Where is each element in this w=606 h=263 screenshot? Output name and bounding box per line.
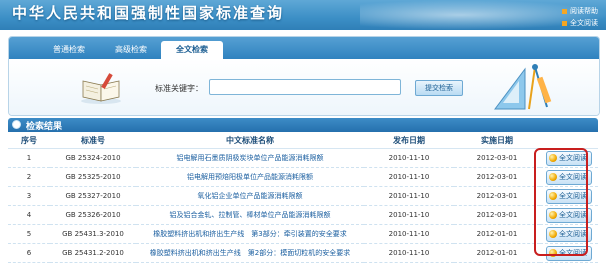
table-row: 2 GB 25325-2010 铝电解用预焙阳极单位产品能源消耗限额 2010-… [8,167,598,187]
fulltext-icon [562,20,567,26]
standard-name-link[interactable]: 氧化铝企业单位产品能源消耗限额 [136,186,364,206]
page-title: 中华人民共和国强制性国家标准查询 [12,4,285,22]
fulltext-read-label: 全文阅读 [559,229,587,238]
globe-icon [549,173,557,181]
col-header-impl-date: 实施日期 [454,133,540,149]
cell-no: 3 [8,186,50,206]
globe-icon [549,154,557,162]
fulltext-read-label: 全文阅读 [559,153,587,162]
submit-search-button[interactable]: 提交检索 [415,80,463,96]
col-header-no: 序号 [8,133,50,149]
cell-code: GB 25431.2-2010 [50,243,136,263]
table-header-row: 序号 标准号 中文标准名称 发布日期 实施日期 [8,133,598,149]
gear-icon [12,120,21,129]
cell-pub-date: 2010-11-10 [364,205,454,225]
standard-name-link[interactable]: 橡胶塑料挤出机和挤出生产线 第3部分：牵引装置的安全要求 [136,224,364,244]
tab-advanced-search[interactable]: 高级检索 [101,41,161,59]
standard-name-link[interactable]: 铝电解用预焙阳极单位产品能源消耗限额 [136,167,364,187]
cell-impl-date: 2012-03-01 [454,205,540,225]
col-header-code: 标准号 [50,133,136,149]
col-header-name: 中文标准名称 [136,133,364,149]
cell-action: 全文阅读 [540,148,598,168]
globe-icon [549,249,557,257]
keyword-input[interactable] [209,79,401,95]
cell-pub-date: 2010-11-10 [364,243,454,263]
col-header-pub-date: 发布日期 [364,133,454,149]
table-row: 4 GB 25326-2010 铝及铝合金轧、拉制管、棒材单位产品能源消耗限额 … [8,205,598,225]
search-area: 标准关键字： 提交检索 [9,59,599,115]
fulltext-read-label: 全文阅读 [559,172,587,181]
cell-no: 4 [8,205,50,225]
cell-impl-date: 2012-01-01 [454,243,540,263]
cell-action: 全文阅读 [540,243,598,263]
cell-code: GB 25431.3-2010 [50,224,136,244]
cell-code: GB 25324-2010 [50,148,136,168]
standard-name-link[interactable]: 橡胶塑料挤出机和挤出生产线 第2部分：模面切粒机的安全要求 [136,243,364,263]
results-title: 检索结果 [26,122,63,132]
open-book-icon [81,73,121,104]
fulltext-read-label: 全文阅读 [559,210,587,219]
table-row: 3 GB 25327-2010 氧化铝企业单位产品能源消耗限额 2010-11-… [8,186,598,206]
tab-basic-search[interactable]: 普通检索 [39,41,99,59]
fulltext-read-button[interactable]: 全文阅读 [546,150,592,166]
standard-name-link[interactable]: 铝电解用石墨质阴极炭块单位产品能源消耗限额 [136,148,364,168]
globe-icon [549,230,557,238]
cell-code: GB 25325-2010 [50,167,136,187]
cell-no: 5 [8,224,50,244]
cell-action: 全文阅读 [540,224,598,244]
help-icon [562,8,567,14]
fulltext-read-button[interactable]: 全文阅读 [546,188,592,204]
cell-action: 全文阅读 [540,167,598,187]
cell-impl-date: 2012-03-01 [454,148,540,168]
cell-pub-date: 2010-11-10 [364,186,454,206]
search-panel: 普通检索 高级检索 全文检索 标准关键字： 提交检索 [8,36,600,116]
cell-no: 6 [8,243,50,263]
cell-pub-date: 2010-11-10 [364,148,454,168]
globe-icon [549,211,557,219]
fulltext-read-button[interactable]: 全文阅读 [546,169,592,185]
cell-action: 全文阅读 [540,186,598,206]
keyword-label: 标准关键字： [155,84,203,93]
table-row: 5 GB 25431.3-2010 橡胶塑料挤出机和挤出生产线 第3部分：牵引装… [8,224,598,244]
fulltext-link-label: 全文阅读 [570,19,598,27]
table-row: 1 GB 25324-2010 铝电解用石墨质阴极炭块单位产品能源消耗限额 20… [8,148,598,168]
cell-impl-date: 2012-03-01 [454,186,540,206]
cell-no: 2 [8,167,50,187]
ruler-compass-icon [494,64,552,110]
standard-name-link[interactable]: 铝及铝合金轧、拉制管、棒材单位产品能源消耗限额 [136,205,364,225]
cell-pub-date: 2010-11-10 [364,224,454,244]
fulltext-read-button[interactable]: 全文阅读 [546,226,592,242]
col-header-action [540,133,598,149]
fulltext-link[interactable]: 全文阅读 [562,18,598,28]
header-links: 阅读帮助 全文阅读 [562,6,598,28]
cell-code: GB 25327-2010 [50,186,136,206]
cell-impl-date: 2012-03-01 [454,167,540,187]
results-header-bar: 检索结果 [8,118,598,132]
help-link-label: 阅读帮助 [570,7,598,15]
help-link[interactable]: 阅读帮助 [562,6,598,16]
results-table: 序号 标准号 中文标准名称 发布日期 实施日期 1 GB 25324-2010 … [8,133,598,263]
cell-impl-date: 2012-01-01 [454,224,540,244]
globe-icon [549,192,557,200]
fulltext-read-button[interactable]: 全文阅读 [546,245,592,261]
cell-code: GB 25326-2010 [50,205,136,225]
tab-fulltext-search[interactable]: 全文检索 [161,41,223,59]
page-header: 中华人民共和国强制性国家标准查询 阅读帮助 全文阅读 [0,0,606,30]
cell-no: 1 [8,148,50,168]
cell-pub-date: 2010-11-10 [364,167,454,187]
fulltext-read-button[interactable]: 全文阅读 [546,207,592,223]
cell-action: 全文阅读 [540,205,598,225]
fulltext-read-label: 全文阅读 [559,191,587,200]
table-row: 6 GB 25431.2-2010 橡胶塑料挤出机和挤出生产线 第2部分：模面切… [8,243,598,263]
tab-bar: 普通检索 高级检索 全文检索 [9,37,599,59]
